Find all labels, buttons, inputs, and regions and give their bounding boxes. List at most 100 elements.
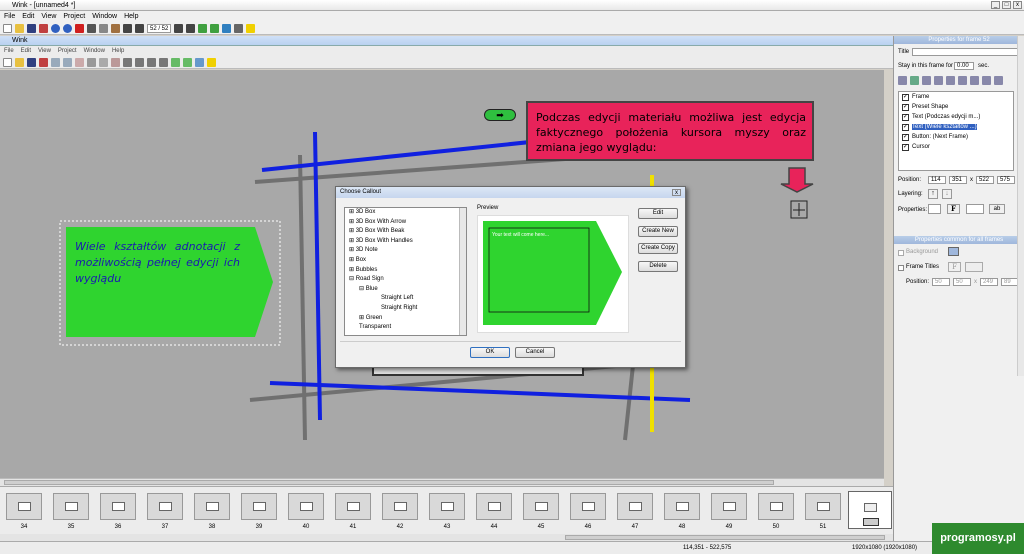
callout-style-icon[interactable] xyxy=(928,204,941,214)
next-frame-icon[interactable] xyxy=(174,23,184,33)
delete-icon[interactable] xyxy=(75,23,84,33)
tree-item[interactable]: ⊞ Bubbles xyxy=(345,266,466,276)
frame-thumbnail[interactable] xyxy=(617,493,653,520)
bring-forward-icon[interactable]: ↑ xyxy=(928,189,938,199)
undo-icon[interactable] xyxy=(51,23,60,33)
inner-menu-file[interactable]: File xyxy=(4,48,14,54)
send-back-icon[interactable]: ↓ xyxy=(942,189,952,199)
titles-font-icon[interactable]: F xyxy=(948,262,961,272)
frame-thumbnail[interactable] xyxy=(6,493,42,520)
dialog-close-icon[interactable]: x xyxy=(672,189,681,196)
first-frame-icon[interactable] xyxy=(123,23,132,33)
frame-thumbnail[interactable] xyxy=(664,493,700,520)
inner-menu-edit[interactable]: Edit xyxy=(21,48,31,54)
redo-icon[interactable] xyxy=(63,23,72,33)
tree-item[interactable]: Transparent xyxy=(345,323,466,333)
new-icon[interactable] xyxy=(3,23,12,33)
thumb-current[interactable] xyxy=(848,491,892,529)
frame-thumbnail[interactable] xyxy=(194,493,230,520)
strip-scrollbar[interactable] xyxy=(0,534,893,541)
tree-item[interactable]: Straight Right xyxy=(345,304,466,314)
inner-save-icon[interactable] xyxy=(27,57,36,67)
prev-frame-icon[interactable] xyxy=(135,23,144,33)
cancel-button[interactable]: Cancel xyxy=(515,347,555,358)
checkbox-icon[interactable]: ✓ xyxy=(902,133,909,141)
open-icon[interactable] xyxy=(15,23,24,33)
line-style-icon[interactable] xyxy=(966,204,984,214)
edit-button[interactable]: Edit xyxy=(638,208,678,219)
frame-thumbnail[interactable] xyxy=(476,493,512,520)
arrow-icon[interactable] xyxy=(210,23,220,33)
layer-item[interactable]: ✓ Cursor xyxy=(899,142,1013,152)
layer-item[interactable]: ✓ Text (Podczas edycji m...) xyxy=(899,112,1013,122)
menu-view[interactable]: View xyxy=(41,13,56,20)
menu-project[interactable]: Project xyxy=(63,13,85,20)
callout-tool-icon[interactable] xyxy=(934,76,943,85)
button-tool-icon[interactable] xyxy=(946,76,955,85)
frame-thumbnail[interactable] xyxy=(758,493,794,520)
frame-thumbnail[interactable] xyxy=(711,493,747,520)
frame-thumbnail[interactable] xyxy=(523,493,559,520)
inner-menu-help[interactable]: Help xyxy=(112,48,124,54)
inner-new-icon[interactable] xyxy=(3,57,12,67)
inner-add-icon[interactable] xyxy=(171,57,180,67)
strip-scroll-thumb[interactable] xyxy=(565,535,885,540)
all-width-input[interactable]: 249 xyxy=(980,278,998,286)
pos-y-input[interactable]: 351 xyxy=(949,176,967,184)
checkbox-icon[interactable]: ✓ xyxy=(902,143,909,151)
image-icon[interactable] xyxy=(222,23,232,33)
frame-titles-checkbox[interactable] xyxy=(898,265,904,271)
checkbox-icon[interactable]: ✓ xyxy=(902,113,909,121)
checkbox-icon[interactable]: ✓ xyxy=(902,123,909,131)
inner-next-icon[interactable] xyxy=(147,57,156,67)
inner-delete-icon[interactable] xyxy=(75,57,84,67)
inner-prev-icon[interactable] xyxy=(135,57,144,67)
background-picker-icon[interactable] xyxy=(948,247,959,256)
layer-item[interactable]: ✓ Preset Shape xyxy=(899,102,1013,112)
cursor-tool-icon[interactable] xyxy=(982,76,991,85)
canvas-h-scrollbar[interactable] xyxy=(0,478,884,486)
text-tool-icon[interactable] xyxy=(898,76,907,85)
ok-button[interactable]: OK xyxy=(470,347,510,358)
inner-image-icon[interactable] xyxy=(195,57,204,67)
image-tool-icon[interactable] xyxy=(910,76,919,85)
layer-item[interactable]: ✓ Frame xyxy=(899,92,1013,102)
inner-paste-icon[interactable] xyxy=(111,57,120,67)
inner-help-icon[interactable] xyxy=(207,57,216,67)
menu-file[interactable]: File xyxy=(4,13,15,20)
frame-thumbnail[interactable] xyxy=(429,493,465,520)
frame-thumbnail[interactable] xyxy=(570,493,606,520)
minimize-icon[interactable]: _ xyxy=(991,1,1000,9)
tree-item[interactable]: ⊟ Road Sign xyxy=(345,275,466,285)
layer-item-selected[interactable]: ✓ Text (Wiele kształtów ...) xyxy=(899,122,1013,132)
paste-icon[interactable] xyxy=(111,23,120,33)
inner-redo-icon[interactable] xyxy=(63,57,72,67)
close-icon[interactable]: x xyxy=(1013,1,1022,9)
tree-item[interactable]: Straight Left xyxy=(345,294,466,304)
copy-icon[interactable] xyxy=(99,23,108,33)
font-icon[interactable]: F xyxy=(947,204,960,214)
cursor-icon[interactable] xyxy=(234,23,244,33)
callout-tree[interactable]: ⊞ 3D Box ⊞ 3D Box With Arrow ⊞ 3D Box Wi… xyxy=(344,207,467,336)
cut-icon[interactable] xyxy=(87,23,96,33)
frame-thumbnail[interactable] xyxy=(288,493,324,520)
tree-item[interactable]: ⊞ 3D Box xyxy=(345,208,466,218)
tree-item[interactable]: ⊞ 3D Box With Handles xyxy=(345,237,466,247)
frame-thumbnail[interactable] xyxy=(100,493,136,520)
link-tool-icon[interactable] xyxy=(970,76,979,85)
inner-render-icon[interactable] xyxy=(39,57,48,67)
help-icon[interactable] xyxy=(246,23,256,33)
inner-undo-icon[interactable] xyxy=(51,57,60,67)
frame-thumbnail[interactable] xyxy=(382,493,418,520)
inner-copy-icon[interactable] xyxy=(99,57,108,67)
tree-item[interactable]: ⊞ Box xyxy=(345,256,466,266)
tree-item[interactable]: ⊟ Blue xyxy=(345,285,466,295)
add-frame-icon[interactable] xyxy=(198,23,208,33)
checkbox-icon[interactable]: ✓ xyxy=(902,93,909,101)
frame-thumbnail[interactable] xyxy=(241,493,277,520)
menu-edit[interactable]: Edit xyxy=(22,13,34,20)
menu-window[interactable]: Window xyxy=(92,13,117,20)
tree-item[interactable]: ⊞ 3D Note xyxy=(345,246,466,256)
tree-item[interactable]: ⊞ 3D Box With Arrow xyxy=(345,218,466,228)
inner-open-icon[interactable] xyxy=(15,57,24,67)
